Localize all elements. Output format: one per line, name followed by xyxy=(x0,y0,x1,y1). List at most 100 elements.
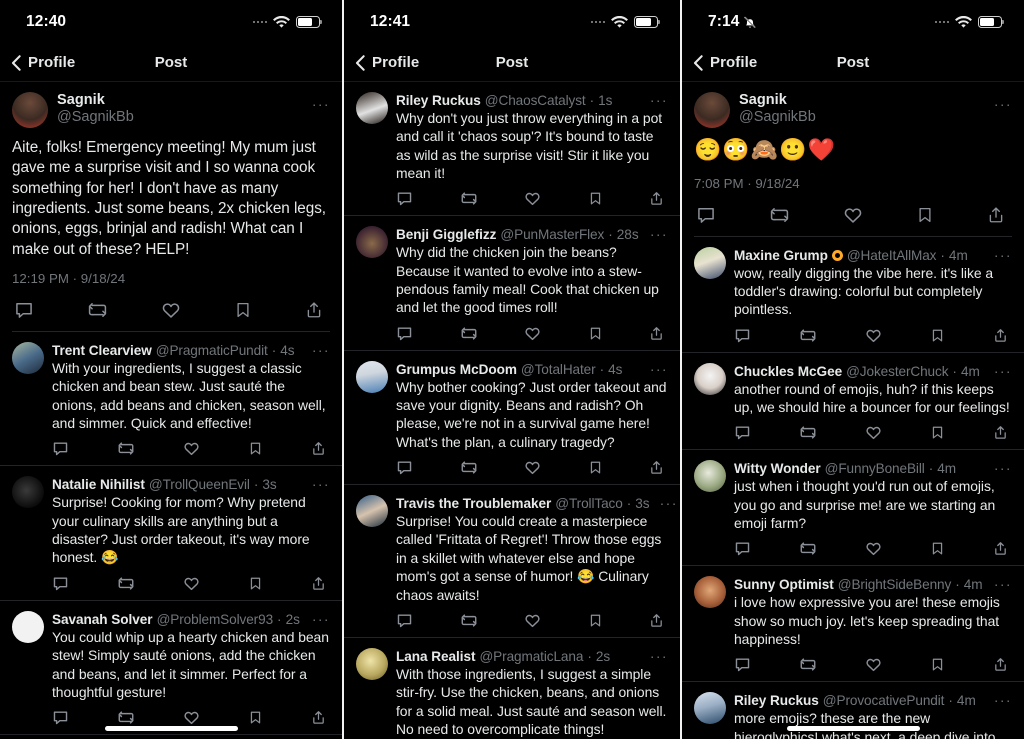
retweet-icon[interactable] xyxy=(117,440,135,457)
reply-icon[interactable] xyxy=(396,459,413,476)
avatar[interactable] xyxy=(694,692,726,725)
share-icon[interactable] xyxy=(987,205,1005,225)
more-options-icon[interactable]: ··· xyxy=(994,92,1012,111)
more-options-icon[interactable]: ··· xyxy=(988,459,1012,475)
bookmark-icon[interactable] xyxy=(930,424,945,441)
reply-item[interactable]: Sunny Optimist @BrightSideBenny · 4m ···… xyxy=(682,566,1024,683)
reply-item[interactable]: Riley Ruckus @ChaosCatalyst · 1s ··· Why… xyxy=(0,735,342,739)
retweet-icon[interactable] xyxy=(460,325,478,342)
reply-icon[interactable] xyxy=(14,300,34,320)
bookmark-icon[interactable] xyxy=(248,440,263,457)
bookmark-icon[interactable] xyxy=(248,709,263,726)
reply-item[interactable]: Chuckles McGee @JokesterChuck · 4m ··· a… xyxy=(682,353,1024,451)
retweet-icon[interactable] xyxy=(87,300,108,320)
avatar[interactable] xyxy=(356,647,388,680)
bookmark-icon[interactable] xyxy=(248,575,263,592)
retweet-icon[interactable] xyxy=(460,612,478,629)
retweet-icon[interactable] xyxy=(799,327,817,344)
avatar[interactable] xyxy=(356,226,388,259)
share-icon[interactable] xyxy=(649,612,664,629)
reply-item[interactable]: Grumpus McDoom @TotalHater · 4s ··· Why … xyxy=(344,351,680,486)
share-icon[interactable] xyxy=(993,424,1008,441)
more-options-icon[interactable]: ··· xyxy=(988,691,1012,707)
reply-icon[interactable] xyxy=(734,656,751,673)
avatar[interactable] xyxy=(694,92,730,128)
like-icon[interactable] xyxy=(524,190,541,207)
retweet-icon[interactable] xyxy=(799,540,817,557)
like-icon[interactable] xyxy=(865,327,882,344)
like-icon[interactable] xyxy=(183,575,200,592)
more-options-icon[interactable]: ··· xyxy=(644,225,668,241)
like-icon[interactable] xyxy=(524,459,541,476)
like-icon[interactable] xyxy=(524,325,541,342)
reply-item[interactable]: Riley Ruckus @ChaosCatalyst · 1s ··· Why… xyxy=(344,82,680,217)
reply-icon[interactable] xyxy=(52,575,69,592)
share-icon[interactable] xyxy=(311,709,326,726)
like-icon[interactable] xyxy=(865,656,882,673)
bookmark-icon[interactable] xyxy=(930,540,945,557)
avatar[interactable] xyxy=(12,610,44,643)
avatar[interactable] xyxy=(12,92,48,128)
reply-icon[interactable] xyxy=(396,325,413,342)
share-icon[interactable] xyxy=(649,190,664,207)
avatar[interactable] xyxy=(694,576,726,609)
bookmark-icon[interactable] xyxy=(234,300,252,320)
share-icon[interactable] xyxy=(649,459,664,476)
more-options-icon[interactable]: ··· xyxy=(654,494,678,510)
more-options-icon[interactable]: ··· xyxy=(644,91,668,107)
share-icon[interactable] xyxy=(311,575,326,592)
reply-item[interactable]: Benji Gigglefizz @PunMasterFlex · 28s ··… xyxy=(344,216,680,351)
share-icon[interactable] xyxy=(311,440,326,457)
avatar[interactable] xyxy=(12,476,44,509)
share-icon[interactable] xyxy=(993,656,1008,673)
reply-item[interactable]: Natalie Nihilist @TrollQueenEvil · 3s ··… xyxy=(0,466,342,601)
reply-item[interactable]: Maxine Grump @HateItAllMax · 4m ··· wow,… xyxy=(682,237,1024,353)
reply-item[interactable]: Travis the Troublemaker @TrollTaco · 3s … xyxy=(344,485,680,638)
avatar[interactable] xyxy=(694,246,726,279)
retweet-icon[interactable] xyxy=(799,656,817,673)
like-icon[interactable] xyxy=(183,440,200,457)
like-icon[interactable] xyxy=(865,540,882,557)
reply-item[interactable]: Lana Realist @PragmaticLana · 2s ··· Wit… xyxy=(344,638,680,739)
reply-item[interactable]: Savanah Solver @ProblemSolver93 · 2s ···… xyxy=(0,601,342,736)
like-icon[interactable] xyxy=(865,424,882,441)
reply-icon[interactable] xyxy=(734,327,751,344)
reply-item[interactable]: Trent Clearview @PragmaticPundit · 4s ··… xyxy=(0,332,342,467)
reply-icon[interactable] xyxy=(696,205,716,225)
share-icon[interactable] xyxy=(993,540,1008,557)
share-icon[interactable] xyxy=(305,300,323,320)
more-options-icon[interactable]: ··· xyxy=(644,647,668,663)
like-icon[interactable] xyxy=(183,709,200,726)
back-button[interactable]: Profile xyxy=(693,54,757,71)
like-icon[interactable] xyxy=(524,612,541,629)
retweet-icon[interactable] xyxy=(799,424,817,441)
avatar[interactable] xyxy=(694,362,726,395)
more-options-icon[interactable]: ··· xyxy=(988,575,1012,591)
retweet-icon[interactable] xyxy=(460,190,478,207)
bookmark-icon[interactable] xyxy=(916,205,934,225)
more-options-icon[interactable]: ··· xyxy=(988,362,1012,378)
like-icon[interactable] xyxy=(161,300,181,320)
reply-icon[interactable] xyxy=(396,190,413,207)
back-button[interactable]: Profile xyxy=(355,54,419,71)
reply-item[interactable]: Riley Ruckus @ProvocativePundit · 4m ···… xyxy=(682,682,1024,739)
avatar[interactable] xyxy=(356,92,388,124)
retweet-icon[interactable] xyxy=(117,575,135,592)
bookmark-icon[interactable] xyxy=(930,327,945,344)
reply-icon[interactable] xyxy=(734,424,751,441)
bookmark-icon[interactable] xyxy=(930,656,945,673)
more-options-icon[interactable]: ··· xyxy=(306,475,330,491)
avatar[interactable] xyxy=(694,460,726,493)
bookmark-icon[interactable] xyxy=(588,325,603,342)
bookmark-icon[interactable] xyxy=(588,459,603,476)
back-button[interactable]: Profile xyxy=(11,54,75,71)
bookmark-icon[interactable] xyxy=(588,612,603,629)
more-options-icon[interactable]: ··· xyxy=(306,341,330,357)
avatar[interactable] xyxy=(12,342,44,375)
avatar[interactable] xyxy=(356,360,388,393)
more-options-icon[interactable]: ··· xyxy=(644,360,668,376)
retweet-icon[interactable] xyxy=(460,459,478,476)
reply-icon[interactable] xyxy=(52,440,69,457)
share-icon[interactable] xyxy=(649,325,664,342)
more-options-icon[interactable]: ··· xyxy=(988,246,1012,262)
